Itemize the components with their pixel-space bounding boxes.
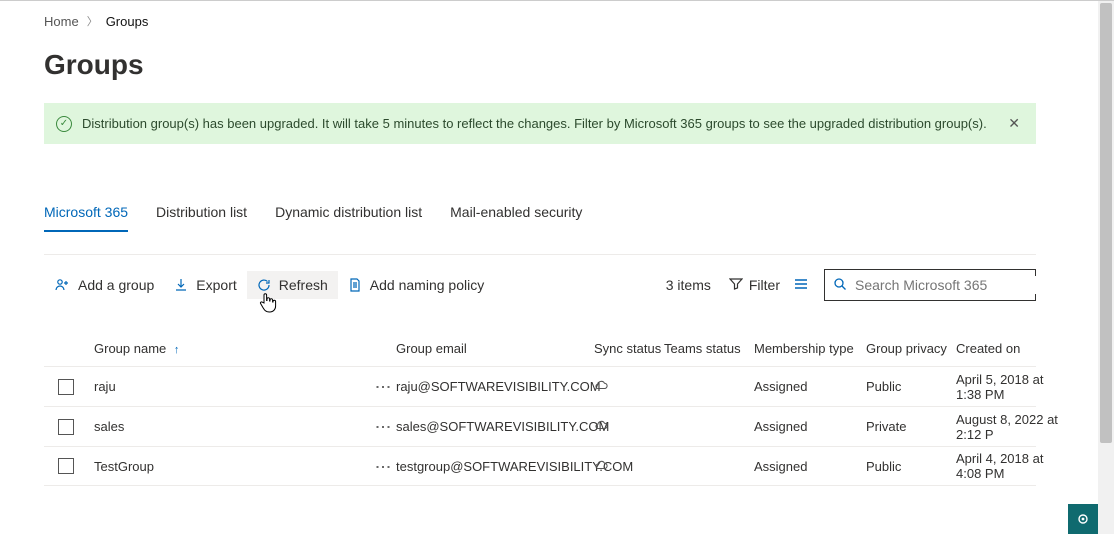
row-checkbox[interactable] xyxy=(58,458,74,474)
cell-created-on: April 5, 2018 at 1:38 PM xyxy=(956,372,1071,402)
table-row[interactable]: sales ⋮ sales@SOFTWAREVISIBILITY.COM Ass… xyxy=(44,406,1036,446)
search-input[interactable] xyxy=(853,276,1038,294)
chevron-right-icon: 〉 xyxy=(87,13,98,29)
cell-membership-type: Assigned xyxy=(754,379,866,394)
export-label: Export xyxy=(196,277,236,293)
breadcrumb-home[interactable]: Home xyxy=(44,14,79,29)
add-naming-policy-label: Add naming policy xyxy=(370,277,484,293)
message-bar: ✓ Distribution group(s) has been upgrade… xyxy=(44,103,1036,144)
help-widget[interactable] xyxy=(1068,504,1098,534)
add-a-group-button[interactable]: Add a group xyxy=(44,271,164,299)
refresh-button[interactable]: Refresh xyxy=(247,271,338,299)
cell-group-name: raju xyxy=(94,379,358,394)
table-header: Group name ↑ Group email Sync status Tea… xyxy=(44,335,1036,362)
tab-mail-enabled-security[interactable]: Mail-enabled security xyxy=(450,200,582,232)
tabs: Microsoft 365 Distribution list Dynamic … xyxy=(44,200,1036,232)
filter-label: Filter xyxy=(749,277,780,293)
sort-asc-icon: ↑ xyxy=(174,344,180,356)
col-group-email[interactable]: Group email xyxy=(396,341,594,356)
tab-microsoft-365[interactable]: Microsoft 365 xyxy=(44,200,128,232)
cell-group-privacy: Public xyxy=(866,379,956,394)
cloud-icon xyxy=(594,419,664,434)
tab-distribution-list[interactable]: Distribution list xyxy=(156,200,247,232)
page-title: Groups xyxy=(44,49,1036,81)
search-box[interactable] xyxy=(824,269,1036,301)
row-more-actions[interactable]: ⋮ xyxy=(358,455,396,478)
list-options-button[interactable] xyxy=(794,277,810,294)
row-more-actions[interactable]: ⋮ xyxy=(358,375,396,398)
col-group-privacy[interactable]: Group privacy xyxy=(866,341,956,356)
list-icon xyxy=(794,277,810,294)
cell-created-on: April 4, 2018 at 4:08 PM xyxy=(956,451,1071,481)
row-checkbox[interactable] xyxy=(58,379,74,395)
cell-group-privacy: Private xyxy=(866,419,956,434)
cell-membership-type: Assigned xyxy=(754,459,866,474)
search-icon xyxy=(833,277,847,294)
breadcrumb-current: Groups xyxy=(106,14,149,29)
refresh-label: Refresh xyxy=(279,277,328,293)
col-created-on[interactable]: Created on xyxy=(956,341,1071,356)
breadcrumb: Home 〉 Groups xyxy=(44,9,1036,33)
document-icon xyxy=(348,278,362,292)
cell-membership-type: Assigned xyxy=(754,419,866,434)
cell-group-email: testgroup@SOFTWAREVISIBILITY.COM xyxy=(396,459,594,474)
col-group-name[interactable]: Group name ↑ xyxy=(94,341,358,356)
table-row[interactable]: raju ⋮ raju@SOFTWAREVISIBILITY.COM Assig… xyxy=(44,366,1036,406)
message-bar-text: Distribution group(s) has been upgraded.… xyxy=(82,116,987,131)
cell-created-on: August 8, 2022 at 2:12 P xyxy=(956,412,1071,442)
row-checkbox[interactable] xyxy=(58,419,74,435)
filter-icon xyxy=(729,277,743,294)
cell-group-name: TestGroup xyxy=(94,459,358,474)
add-naming-policy-button[interactable]: Add naming policy xyxy=(338,271,494,299)
tab-dynamic-distribution-list[interactable]: Dynamic distribution list xyxy=(275,200,422,232)
cloud-icon xyxy=(594,379,664,394)
col-teams-status[interactable]: Teams status xyxy=(664,341,754,356)
scrollbar-thumb[interactable] xyxy=(1100,3,1112,443)
col-sync-status[interactable]: Sync status xyxy=(594,341,664,356)
table-body: raju ⋮ raju@SOFTWAREVISIBILITY.COM Assig… xyxy=(44,366,1036,486)
add-person-icon xyxy=(54,277,70,293)
table-row[interactable]: TestGroup ⋮ testgroup@SOFTWAREVISIBILITY… xyxy=(44,446,1036,486)
success-check-icon: ✓ xyxy=(56,116,72,132)
close-icon[interactable]: ✕ xyxy=(1004,111,1024,136)
filter-button[interactable]: Filter xyxy=(729,277,780,294)
row-more-actions[interactable]: ⋮ xyxy=(358,415,396,438)
cell-group-name: sales xyxy=(94,419,358,434)
command-bar: Add a group Export Refresh xyxy=(44,254,1036,301)
col-membership-type[interactable]: Membership type xyxy=(754,341,866,356)
download-icon xyxy=(174,278,188,292)
cell-group-privacy: Public xyxy=(866,459,956,474)
col-group-name-label: Group name xyxy=(94,341,166,356)
cloud-icon xyxy=(594,459,664,474)
items-count: 3 items xyxy=(666,277,711,293)
scrollbar-track[interactable] xyxy=(1098,1,1114,534)
export-button[interactable]: Export xyxy=(164,271,246,299)
cell-group-email: raju@SOFTWAREVISIBILITY.COM xyxy=(396,379,594,394)
cell-group-email: sales@SOFTWAREVISIBILITY.COM xyxy=(396,419,594,434)
refresh-icon xyxy=(257,278,271,292)
add-a-group-label: Add a group xyxy=(78,277,154,293)
